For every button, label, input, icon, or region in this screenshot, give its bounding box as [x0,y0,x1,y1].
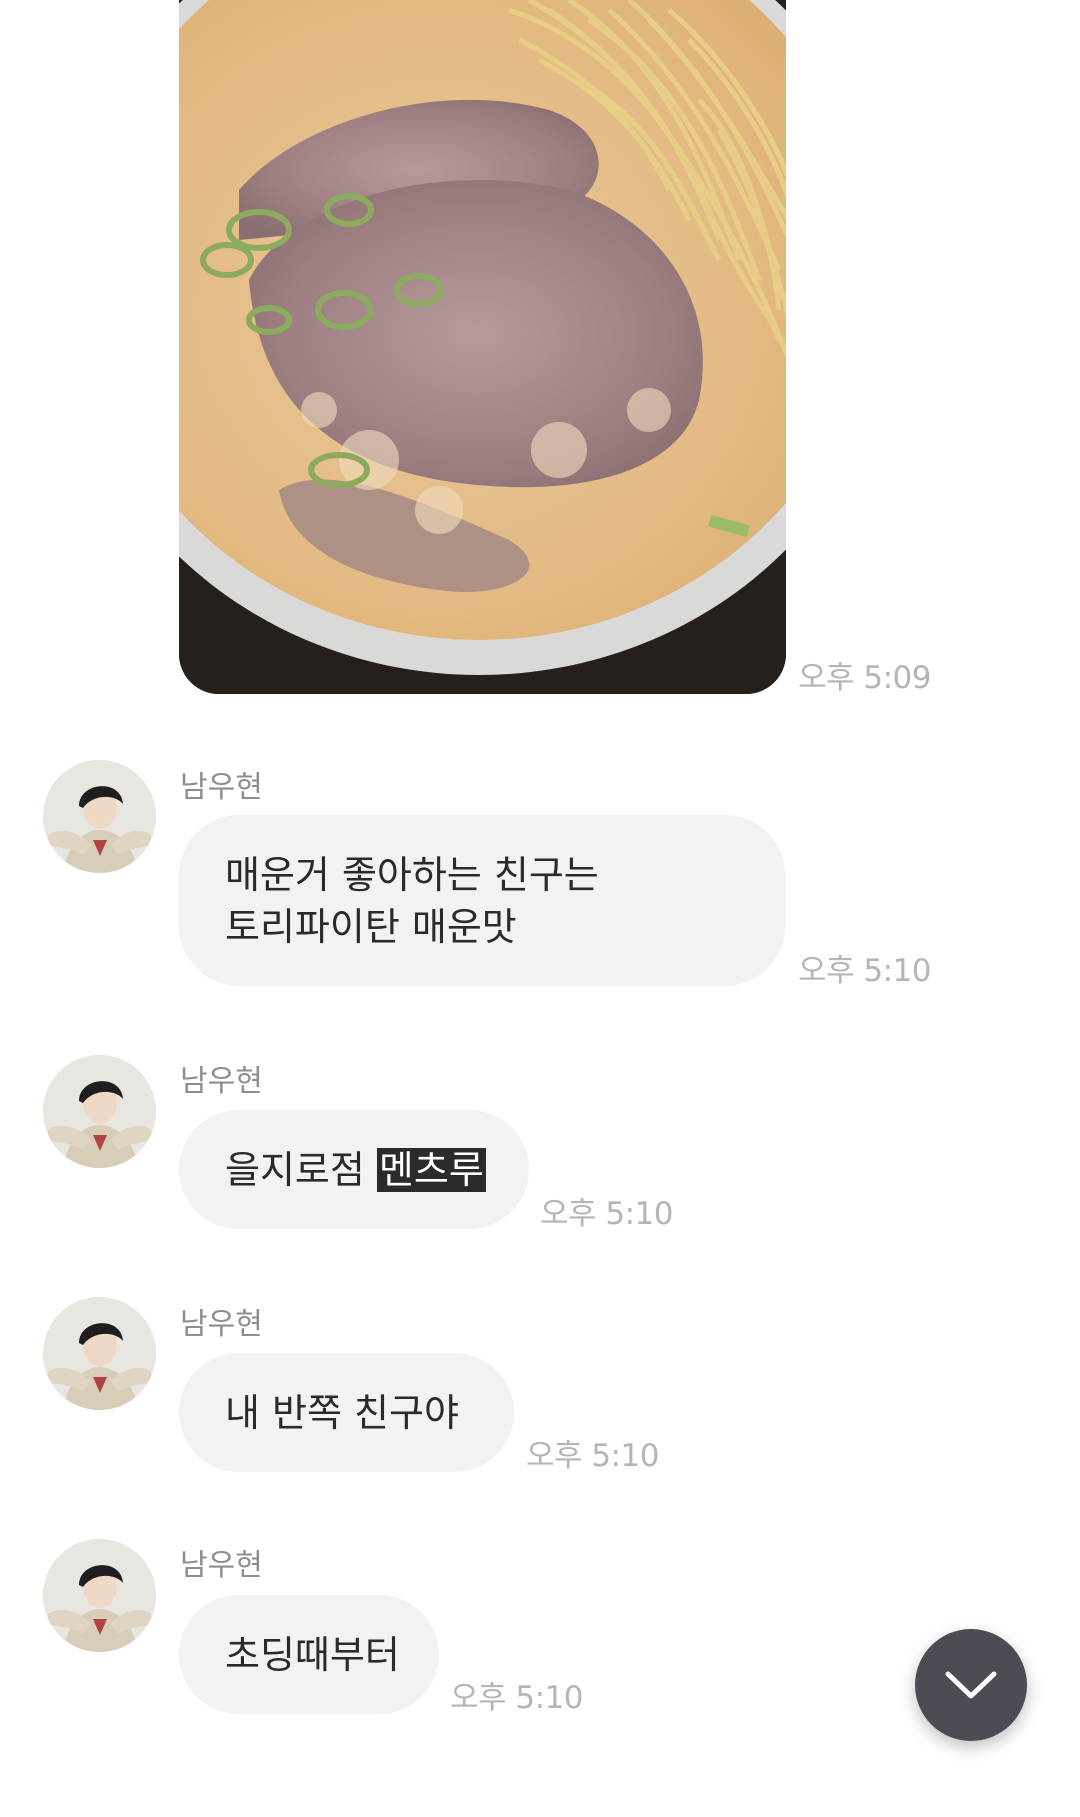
message-time: 오후 5:10 [450,1680,584,1716]
avatar[interactable] [43,1297,156,1410]
message-line: 매운거 좋아하는 친구는 [225,852,599,897]
photo-message-time: 오후 5:09 [798,660,932,696]
photo-message[interactable] [179,0,786,694]
message-bubble[interactable]: 을지로점 멘츠루 [179,1110,529,1229]
sender-name: 남우현 [180,1064,263,1099]
profile-photo [43,1055,156,1168]
message-bubble[interactable]: 초딩때부터 [179,1595,439,1714]
profile-photo [43,1539,156,1652]
message-time: 오후 5:10 [540,1196,674,1232]
message-text-plain: 을지로점 [225,1147,377,1192]
profile-photo [43,760,156,873]
message-line: 토리파이탄 매운맛 [225,904,517,949]
avatar[interactable] [43,1055,156,1168]
message-bubble[interactable]: 매운거 좋아하는 친구는 토리파이탄 매운맛 [179,815,785,986]
message-text: 초딩때부터 [225,1632,400,1677]
scroll-to-bottom-button[interactable] [915,1629,1027,1741]
message-text: 을지로점 멘츠루 [225,1144,486,1196]
sender-name: 남우현 [180,1307,263,1342]
chevron-down-icon [945,1671,997,1699]
message-time: 오후 5:10 [798,953,932,989]
message-bubble[interactable]: 내 반쪽 친구야 [179,1353,514,1472]
sender-name: 남우현 [180,770,263,805]
sender-name: 남우현 [180,1548,263,1583]
profile-photo [43,1297,156,1410]
avatar[interactable] [43,1539,156,1652]
highlighted-text: 멘츠루 [376,1147,486,1192]
message-time: 오후 5:10 [526,1438,660,1474]
message-text: 내 반쪽 친구야 [225,1390,459,1435]
ramen-photo [179,0,786,694]
avatar[interactable] [43,760,156,873]
